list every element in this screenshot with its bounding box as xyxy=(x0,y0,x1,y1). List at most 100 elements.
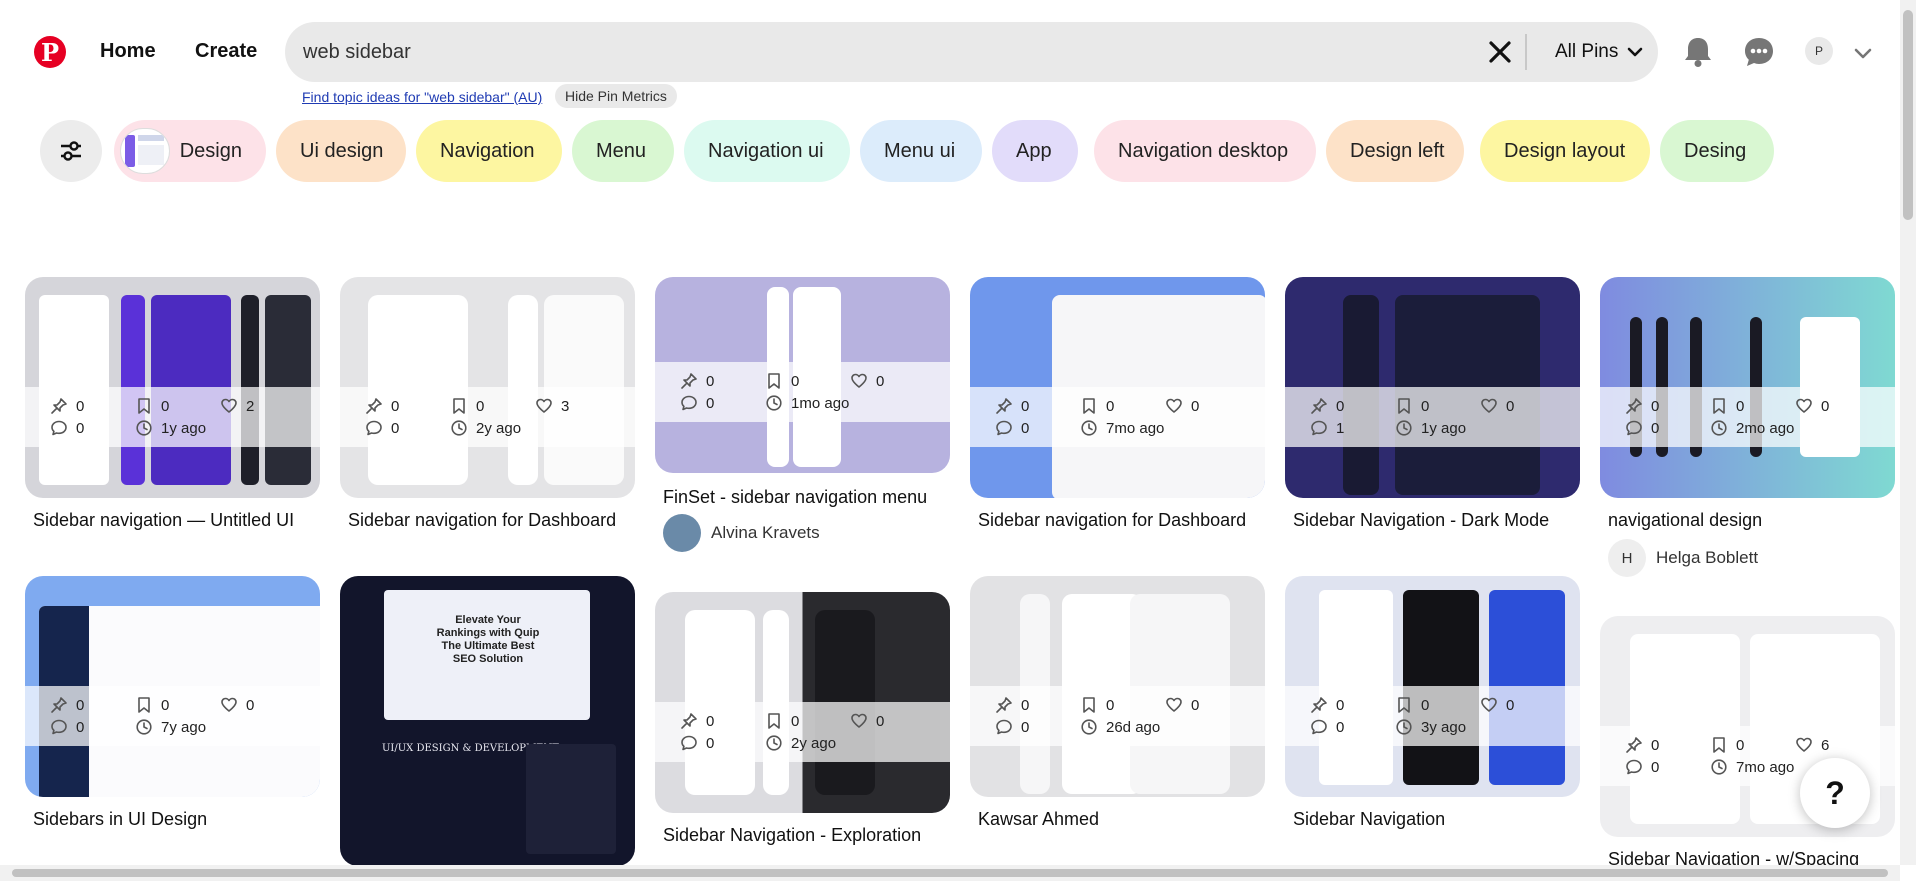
account-chevron-down-icon[interactable] xyxy=(1852,42,1874,64)
pin-author[interactable]: Alvina Kravets xyxy=(663,514,820,552)
pin-image[interactable]: 0 0 0 0 7y ago xyxy=(25,576,320,797)
find-topic-ideas-link[interactable]: Find topic ideas for "web sidebar" (AU) xyxy=(302,89,542,105)
comment-icon xyxy=(1310,419,1328,437)
metric-saves: 0 xyxy=(1625,736,1659,754)
chip-navigation-ui[interactable]: Navigation ui xyxy=(684,120,850,182)
metric-comments: 1 xyxy=(1310,419,1344,437)
nav-home-link[interactable]: Home xyxy=(100,40,156,63)
metric-age: 26d ago xyxy=(1080,718,1160,736)
bookmark-icon xyxy=(1710,397,1728,415)
pin-card: 0 0 2 0 1y ago Sidebar navigation — Untitled… xyxy=(25,277,320,530)
nav-create-link[interactable]: Create xyxy=(195,40,257,63)
bookmark-icon xyxy=(135,696,153,714)
pin-image[interactable]: 0 0 0 0 1mo ago xyxy=(655,277,950,473)
pin-image[interactable]: 0 0 0 1 1y ago xyxy=(1285,277,1580,498)
chip-design-layout[interactable]: Design layout xyxy=(1480,120,1650,182)
user-avatar[interactable]: P xyxy=(1805,37,1833,65)
pin-image[interactable]: 0 0 0 0 26d ago xyxy=(970,576,1265,797)
metric-value: 0 xyxy=(161,696,170,714)
hide-pin-metrics-button[interactable]: Hide Pin Metrics xyxy=(555,84,677,108)
metric-bookmarks: 0 xyxy=(765,712,799,730)
metric-value: 0 xyxy=(1336,696,1345,714)
metric-value: 0 xyxy=(1191,696,1200,714)
vertical-scroll-thumb[interactable] xyxy=(1903,10,1913,220)
pin-title[interactable]: Sidebar navigation — Untitled UI xyxy=(33,510,294,531)
pin-image[interactable]: 0 0 0 0 3y ago xyxy=(1285,576,1580,797)
help-button[interactable]: ? xyxy=(1800,758,1870,828)
pin-title[interactable]: Sidebar Navigation xyxy=(1293,809,1445,830)
chip-navigation-desktop[interactable]: Navigation desktop xyxy=(1094,120,1316,182)
chip-menu-ui[interactable]: Menu ui xyxy=(860,120,982,182)
metric-value: 0 xyxy=(791,372,800,390)
metric-saves: 0 xyxy=(50,696,84,714)
clock-icon xyxy=(765,734,783,752)
metric-likes: 3 xyxy=(535,397,569,415)
chip-thumbnail xyxy=(120,128,170,174)
chip-navigation[interactable]: Navigation xyxy=(416,120,562,182)
pin-title[interactable]: Kawsar Ahmed xyxy=(978,809,1099,830)
clock-icon xyxy=(1080,419,1098,437)
pin-image[interactable]: 0 0 3 0 2y ago xyxy=(340,277,635,498)
metric-value: 2 xyxy=(246,397,255,415)
horizontal-scroll-thumb[interactable] xyxy=(12,869,1888,877)
metric-comments: 0 xyxy=(995,419,1029,437)
pin-image[interactable]: 0 0 2 0 1y ago xyxy=(25,277,320,498)
pin-title[interactable]: Sidebar navigation for Dashboard xyxy=(348,510,616,531)
metric-bookmarks: 0 xyxy=(1710,397,1744,415)
search-input[interactable] xyxy=(303,22,1483,82)
metric-comments: 0 xyxy=(1625,758,1659,776)
comment-icon xyxy=(680,394,698,412)
metric-likes: 0 xyxy=(1480,696,1514,714)
notifications-bell-icon[interactable] xyxy=(1680,34,1716,70)
clock-icon xyxy=(135,419,153,437)
seo-pin-image[interactable]: Elevate Your Rankings with Quip The Ulti… xyxy=(340,576,635,866)
metric-value: 0 xyxy=(876,712,885,730)
chip-desing[interactable]: Desing xyxy=(1660,120,1774,182)
heart-icon xyxy=(850,712,868,730)
pin-author[interactable]: H Helga Boblett xyxy=(1608,539,1758,577)
pin-metrics: 0 0 0 0 1mo ago xyxy=(655,362,950,422)
author-avatar: H xyxy=(1608,539,1646,577)
pinterest-logo-icon[interactable]: P xyxy=(34,36,66,68)
heart-icon xyxy=(1165,397,1183,415)
pin-metrics: 0 0 2 0 1y ago xyxy=(25,387,320,447)
comment-icon xyxy=(995,718,1013,736)
chip-menu[interactable]: Menu xyxy=(572,120,674,182)
search-bar: All Pins xyxy=(285,22,1658,82)
chip-app[interactable]: App xyxy=(992,120,1078,182)
messages-icon[interactable] xyxy=(1741,34,1777,70)
clear-search-icon[interactable] xyxy=(1485,37,1515,67)
comment-icon xyxy=(365,419,383,437)
metric-value: 0 xyxy=(706,712,715,730)
clock-icon xyxy=(1710,758,1728,776)
pin-title[interactable]: Sidebar Navigation - Dark Mode xyxy=(1293,510,1549,531)
horizontal-scrollbar[interactable] xyxy=(0,865,1900,881)
metric-value: 0 xyxy=(1021,718,1030,736)
clock-icon xyxy=(135,718,153,736)
metric-bookmarks: 0 xyxy=(450,397,484,415)
chip-design[interactable]: Design xyxy=(114,120,266,182)
metric-value: 26d ago xyxy=(1106,718,1161,736)
all-pins-dropdown[interactable]: All Pins xyxy=(1555,22,1644,82)
metric-likes: 0 xyxy=(1795,397,1829,415)
metric-value: 0 xyxy=(1506,397,1515,415)
filter-button[interactable] xyxy=(40,120,102,182)
pin-title[interactable]: FinSet - sidebar navigation menu xyxy=(663,487,927,508)
chip-ui-design[interactable]: Ui design xyxy=(276,120,406,182)
chip-design-left[interactable]: Design left xyxy=(1326,120,1464,182)
pin-title[interactable]: navigational design xyxy=(1608,510,1762,531)
pin-title[interactable]: Sidebar navigation for Dashboard xyxy=(978,510,1246,531)
pin-image[interactable]: 0 0 0 0 2y ago xyxy=(655,592,950,813)
metric-value: 0 xyxy=(1651,736,1660,754)
metric-value: 0 xyxy=(1421,397,1430,415)
pin-title[interactable]: Sidebars in UI Design xyxy=(33,809,207,830)
pin-icon xyxy=(680,712,698,730)
pin-image[interactable]: 0 0 0 0 2mo ago xyxy=(1600,277,1895,498)
metric-value: 0 xyxy=(391,397,400,415)
top-header: P Home Create All Pins P Find topic idea… xyxy=(0,0,1900,110)
metric-likes: 0 xyxy=(850,372,884,390)
vertical-scrollbar[interactable] xyxy=(1900,0,1916,865)
metric-value: 0 xyxy=(1106,696,1115,714)
pin-title[interactable]: Sidebar Navigation - Exploration xyxy=(663,825,921,846)
pin-image[interactable]: 0 0 0 0 7mo ago xyxy=(970,277,1265,498)
